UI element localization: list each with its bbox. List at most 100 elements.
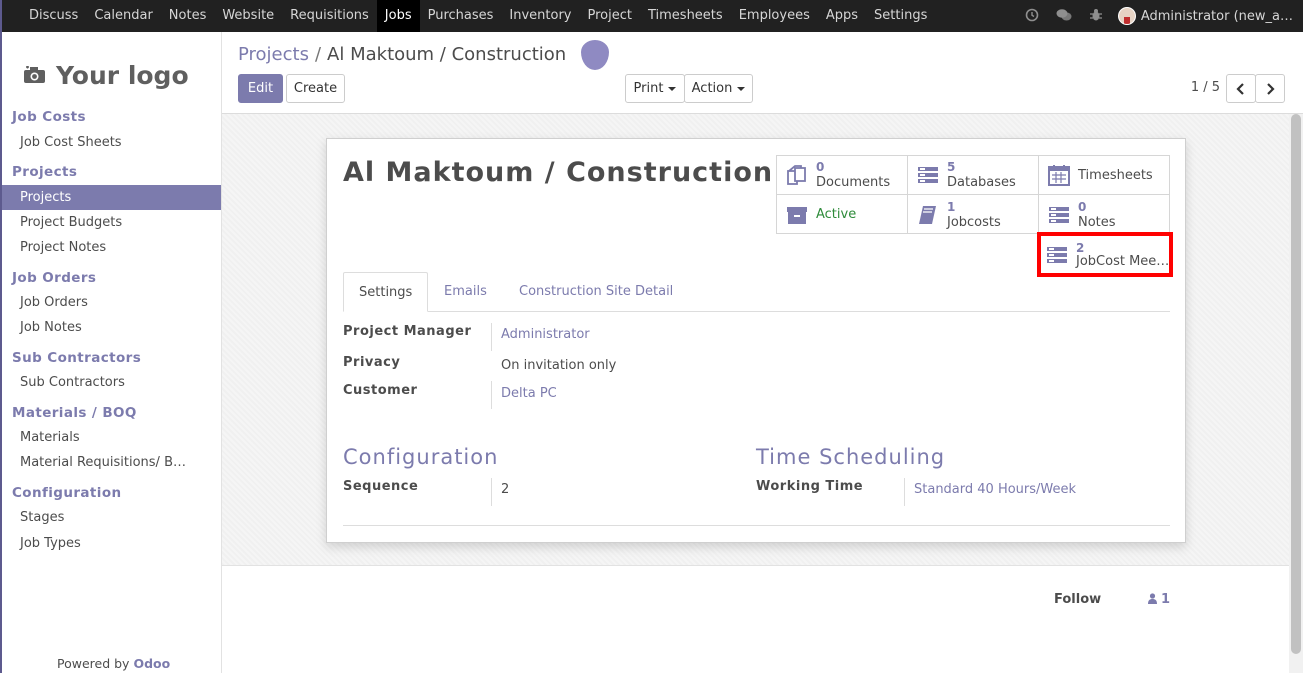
powered-by-brand-link[interactable]: Odoo <box>133 656 170 671</box>
menu-employees[interactable]: Employees <box>731 0 818 32</box>
jobcosts-smart-button[interactable]: 1 Jobcosts <box>908 195 1039 234</box>
user-avatar[interactable] <box>1117 7 1136 25</box>
smart-button-box: 0 Documents 5 Databases Timesheets Active … <box>776 155 1170 234</box>
sidebar-item-project-notes[interactable]: Project Notes <box>2 235 221 260</box>
sidebar-section-sub-contractors: Sub Contractors <box>12 350 142 366</box>
working-time-label: Working Time <box>756 479 864 494</box>
menu-inventory[interactable]: Inventory <box>501 0 579 32</box>
menu-timesheets[interactable]: Timesheets <box>640 0 731 32</box>
timesheets-smart-button[interactable]: Timesheets <box>1039 156 1170 195</box>
pager-value[interactable]: 1 / 5 <box>1191 80 1220 95</box>
action-label: Action <box>691 81 733 96</box>
sidebar-section-materials-boq: Materials / BOQ <box>12 405 137 421</box>
sidebar-item-project-budgets[interactable]: Project Budgets <box>2 210 221 235</box>
time-scheduling-heading: Time Scheduling <box>756 445 946 469</box>
vertical-scrollbar[interactable] <box>1289 114 1303 673</box>
databases-count: 5 <box>947 160 956 174</box>
breadcrumb-separator: / <box>314 44 322 65</box>
menu-purchases[interactable]: Purchases <box>420 0 502 32</box>
jobcost-meetings-label: JobCost Mee… <box>1076 253 1170 269</box>
user-menu[interactable]: Administrator (new_a… <box>1141 9 1293 24</box>
notes-smart-button[interactable]: 0 Notes <box>1039 195 1170 234</box>
sidebar-item-sub-contractors[interactable]: Sub Contractors <box>2 370 221 395</box>
tab-construction-site-detail[interactable]: Construction Site Detail <box>519 272 673 312</box>
jobcosts-label: Jobcosts <box>947 214 1001 230</box>
database-icon <box>918 167 938 183</box>
menu-discuss[interactable]: Discuss <box>21 0 86 32</box>
jobcost-meetings-smart-button[interactable]: 2 JobCost Mee… <box>1037 232 1173 277</box>
menu-notes[interactable]: Notes <box>161 0 215 32</box>
systray: Administrator (new_a… <box>1016 0 1293 32</box>
follow-button[interactable]: Follow <box>1054 592 1101 607</box>
field-divider <box>491 381 492 409</box>
breadcrumb-current: Al Maktoum / Construction <box>327 44 567 65</box>
chat-icon[interactable] <box>1056 8 1072 24</box>
menu-jobs[interactable]: Jobs <box>376 0 420 32</box>
edit-button[interactable]: Edit <box>238 74 283 103</box>
tab-settings[interactable]: Settings <box>343 272 429 312</box>
scrollbar-thumb[interactable] <box>1291 114 1301 654</box>
pager-previous-button[interactable] <box>1226 74 1256 103</box>
sidebar-item-materials[interactable]: Materials <box>2 425 221 450</box>
sidebar-item-material-requisitions[interactable]: Material Requisitions/ B… <box>2 450 221 475</box>
logo-text: Your logo <box>56 60 189 90</box>
jobcosts-count: 1 <box>947 199 956 214</box>
sidebar-item-projects[interactable]: Projects <box>2 185 221 210</box>
privacy-field[interactable]: On invitation only <box>501 358 616 373</box>
sidebar-item-stages[interactable]: Stages <box>2 505 221 530</box>
menu-apps[interactable]: Apps <box>818 0 866 32</box>
control-panel: Projects / Al Maktoum / Construction Edit … <box>222 32 1303 114</box>
print-dropdown[interactable]: Print <box>625 74 685 103</box>
pager-next-button[interactable] <box>1255 74 1285 103</box>
sidebar-item-job-orders[interactable]: Job Orders <box>2 290 221 315</box>
timesheets-label: Timesheets <box>1078 167 1153 183</box>
followers-count: 1 <box>1161 592 1171 607</box>
documents-smart-button[interactable]: 0 Documents <box>777 156 908 195</box>
notes-count: 0 <box>1078 199 1087 214</box>
sidebar-section-job-costs: Job Costs <box>12 109 86 125</box>
menu-requisitions[interactable]: Requisitions <box>282 0 377 32</box>
sidebar-item-job-notes[interactable]: Job Notes <box>2 315 221 340</box>
tab-emails[interactable]: Emails <box>444 272 487 312</box>
active-status: Active <box>816 207 857 222</box>
sidebar-section-job-orders: Job Orders <box>12 270 97 286</box>
loading-drop-icon <box>581 40 609 70</box>
menu-project[interactable]: Project <box>580 0 640 32</box>
sidebar-item-job-cost-sheets[interactable]: Job Cost Sheets <box>2 130 221 155</box>
form-sheet: Al Maktoum / Construction 0 Documents 5 Da… <box>326 138 1186 543</box>
privacy-label: Privacy <box>343 355 401 370</box>
sheet-divider <box>343 525 1170 526</box>
databases-smart-button[interactable]: 5 Databases <box>908 156 1039 195</box>
documents-count: 0 <box>816 160 825 174</box>
bug-icon[interactable] <box>1088 8 1104 24</box>
sidebar: Your logo Job Costs Job Cost Sheets Proj… <box>0 32 222 673</box>
menu-calendar[interactable]: Calendar <box>86 0 160 32</box>
powered-by: Powered by Odoo <box>57 656 170 671</box>
app-menu: Discuss Calendar Notes Website Requisiti… <box>21 0 935 32</box>
project-manager-field[interactable]: Administrator <box>501 327 590 342</box>
company-logo[interactable]: Your logo <box>24 52 204 98</box>
customer-label: Customer <box>343 383 418 398</box>
menu-settings[interactable]: Settings <box>866 0 935 32</box>
form-view: Al Maktoum / Construction 0 Documents 5 Da… <box>222 114 1289 673</box>
menu-website[interactable]: Website <box>214 0 282 32</box>
followers-button[interactable]: 1 <box>1148 592 1170 607</box>
breadcrumb-projects[interactable]: Projects <box>238 44 309 65</box>
clock-icon[interactable] <box>1024 8 1040 24</box>
field-divider <box>491 478 492 506</box>
customer-field[interactable]: Delta PC <box>501 386 557 401</box>
sequence-field[interactable]: 2 <box>501 482 509 497</box>
notes-label: Notes <box>1078 214 1116 230</box>
meetings-list-icon <box>1047 246 1067 263</box>
databases-label: Databases <box>947 175 1016 190</box>
sidebar-item-job-types[interactable]: Job Types <box>2 531 221 556</box>
top-navbar: Discuss Calendar Notes Website Requisiti… <box>0 0 1303 32</box>
documents-icon <box>787 165 806 185</box>
action-dropdown[interactable]: Action <box>684 74 753 103</box>
active-toggle-button[interactable]: Active <box>777 195 908 234</box>
breadcrumb: Projects / Al Maktoum / Construction <box>238 44 566 65</box>
create-button[interactable]: Create <box>286 74 345 103</box>
chevron-right-icon <box>1267 83 1275 95</box>
working-time-field[interactable]: Standard 40 Hours/Week <box>914 482 1076 497</box>
sidebar-section-configuration: Configuration <box>12 485 122 501</box>
